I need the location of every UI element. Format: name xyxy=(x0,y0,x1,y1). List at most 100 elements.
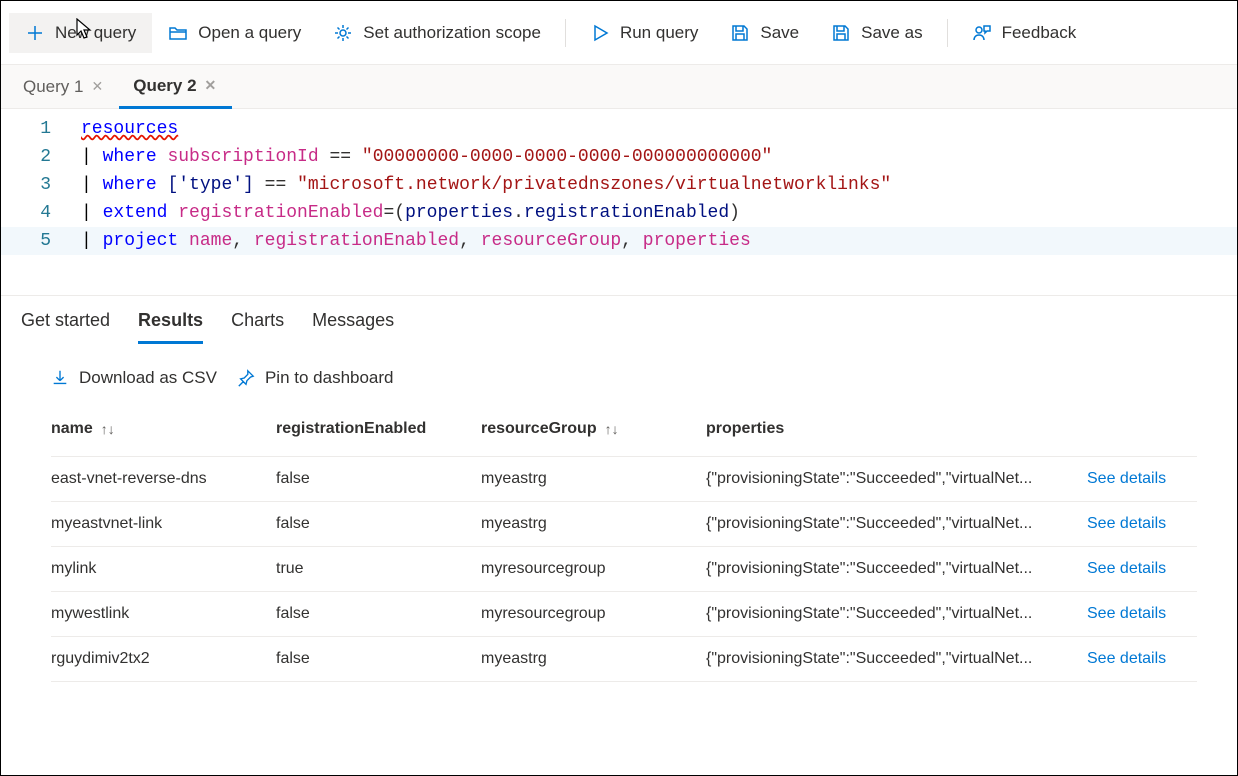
tab-label: Query 2 xyxy=(133,76,196,96)
close-icon[interactable]: ✕ xyxy=(89,78,105,95)
cell-resourceGroup: myresourcegroup xyxy=(481,560,706,578)
results-tab[interactable]: Messages xyxy=(312,310,394,344)
cell-name: myeastvnet-link xyxy=(51,515,276,533)
cell-registrationEnabled: false xyxy=(276,650,481,668)
save-as-button[interactable]: Save as xyxy=(815,13,938,53)
table-row[interactable]: rguydimiv2tx2falsemyeastrg{"provisioning… xyxy=(51,637,1197,682)
line-number: 1 xyxy=(1,115,81,143)
download-icon xyxy=(51,369,69,387)
results-tab[interactable]: Results xyxy=(138,310,203,344)
table-header-row: name ↑↓ registrationEnabled resourceGroup ↑↓… xyxy=(51,406,1197,457)
cell-properties: {"provisioningState":"Succeeded","virtua… xyxy=(706,470,1087,488)
see-details-link[interactable]: See details xyxy=(1087,515,1197,533)
cell-registrationEnabled: false xyxy=(276,470,481,488)
column-label: name xyxy=(51,420,93,438)
auth-scope-button[interactable]: Set authorization scope xyxy=(317,13,557,53)
cell-resourceGroup: myeastrg xyxy=(481,515,706,533)
column-header[interactable]: name ↑↓ xyxy=(51,420,276,438)
results-table: name ↑↓ registrationEnabled resourceGroup ↑↓… xyxy=(1,406,1237,682)
code-content: | extend registrationEnabled=(properties… xyxy=(81,199,740,227)
line-number: 5 xyxy=(1,227,81,255)
run-query-button[interactable]: Run query xyxy=(574,13,714,53)
open-query-button[interactable]: Open a query xyxy=(152,13,317,53)
code-content: | where ['type'] == "microsoft.network/p… xyxy=(81,171,891,199)
pin-dashboard-button[interactable]: Pin to dashboard xyxy=(237,368,394,388)
line-number: 2 xyxy=(1,143,81,171)
column-header[interactable]: resourceGroup ↑↓ xyxy=(481,420,706,438)
table-row[interactable]: east-vnet-reverse-dnsfalsemyeastrg{"prov… xyxy=(51,457,1197,502)
feedback-button[interactable]: Feedback xyxy=(956,13,1093,53)
download-csv-button[interactable]: Download as CSV xyxy=(51,368,217,388)
close-icon[interactable]: ✕ xyxy=(203,77,219,94)
download-csv-label: Download as CSV xyxy=(79,368,217,388)
column-header[interactable]: registrationEnabled xyxy=(276,420,481,438)
editor-line[interactable]: 4| extend registrationEnabled=(propertie… xyxy=(1,199,1237,227)
toolbar-separator xyxy=(565,19,566,47)
cell-resourceGroup: myeastrg xyxy=(481,470,706,488)
editor-line[interactable]: 5| project name, registrationEnabled, re… xyxy=(1,227,1237,255)
line-number: 3 xyxy=(1,171,81,199)
cell-registrationEnabled: false xyxy=(276,605,481,623)
pin-icon xyxy=(237,369,255,387)
feedback-label: Feedback xyxy=(1002,23,1077,43)
column-label: resourceGroup xyxy=(481,420,597,438)
query-tabs: Query 1 ✕ Query 2 ✕ xyxy=(1,65,1237,109)
query-tab[interactable]: Query 1 ✕ xyxy=(9,67,119,107)
toolbar-separator xyxy=(947,19,948,47)
cell-name: rguydimiv2tx2 xyxy=(51,650,276,668)
see-details-link[interactable]: See details xyxy=(1087,605,1197,623)
run-query-label: Run query xyxy=(620,23,698,43)
table-row[interactable]: mylinktruemyresourcegroup{"provisioningS… xyxy=(51,547,1197,592)
table-row[interactable]: mywestlinkfalsemyresourcegroup{"provisio… xyxy=(51,592,1197,637)
new-query-button[interactable]: New query xyxy=(9,13,152,53)
tab-label: Query 1 xyxy=(23,77,83,97)
sort-icon[interactable]: ↑↓ xyxy=(605,421,619,437)
main-toolbar: New query Open a query Set authorization… xyxy=(1,1,1237,65)
code-content: | where subscriptionId == "00000000-0000… xyxy=(81,143,772,171)
cell-resourceGroup: myresourcegroup xyxy=(481,605,706,623)
cell-name: east-vnet-reverse-dns xyxy=(51,470,276,488)
column-label: registrationEnabled xyxy=(276,420,426,438)
save-as-label: Save as xyxy=(861,23,922,43)
editor-line[interactable]: 3| where ['type'] == "microsoft.network/… xyxy=(1,171,1237,199)
results-actions: Download as CSV Pin to dashboard xyxy=(1,344,1237,406)
column-label: properties xyxy=(706,420,784,438)
cell-properties: {"provisioningState":"Succeeded","virtua… xyxy=(706,605,1087,623)
see-details-link[interactable]: See details xyxy=(1087,470,1197,488)
cell-registrationEnabled: false xyxy=(276,515,481,533)
gear-icon xyxy=(333,23,353,43)
auth-scope-label: Set authorization scope xyxy=(363,23,541,43)
editor-line[interactable]: 1resources xyxy=(1,115,1237,143)
column-header[interactable]: properties xyxy=(706,420,1087,438)
see-details-link[interactable]: See details xyxy=(1087,650,1197,668)
person-feedback-icon xyxy=(972,23,992,43)
editor-line[interactable]: 2| where subscriptionId == "00000000-000… xyxy=(1,143,1237,171)
table-row[interactable]: myeastvnet-linkfalsemyeastrg{"provisioni… xyxy=(51,502,1197,547)
save-label: Save xyxy=(760,23,799,43)
code-content: resources xyxy=(81,115,178,143)
save-as-icon xyxy=(831,23,851,43)
folder-open-icon xyxy=(168,23,188,43)
new-query-label: New query xyxy=(55,23,136,43)
open-query-label: Open a query xyxy=(198,23,301,43)
code-content: | project name, registrationEnabled, res… xyxy=(81,227,751,255)
cell-properties: {"provisioningState":"Succeeded","virtua… xyxy=(706,650,1087,668)
save-icon xyxy=(730,23,750,43)
query-tab[interactable]: Query 2 ✕ xyxy=(119,66,232,109)
cell-resourceGroup: myeastrg xyxy=(481,650,706,668)
cell-properties: {"provisioningState":"Succeeded","virtua… xyxy=(706,560,1087,578)
sort-icon[interactable]: ↑↓ xyxy=(101,421,115,437)
results-tab[interactable]: Charts xyxy=(231,310,284,344)
cell-name: mylink xyxy=(51,560,276,578)
results-tabs: Get started Results Charts Messages xyxy=(1,295,1237,344)
play-icon xyxy=(590,23,610,43)
pin-dashboard-label: Pin to dashboard xyxy=(265,368,394,388)
save-button[interactable]: Save xyxy=(714,13,815,53)
code-editor[interactable]: 1resources2| where subscriptionId == "00… xyxy=(1,109,1237,295)
results-tab[interactable]: Get started xyxy=(21,310,110,344)
line-number: 4 xyxy=(1,199,81,227)
cell-registrationEnabled: true xyxy=(276,560,481,578)
plus-icon xyxy=(25,23,45,43)
see-details-link[interactable]: See details xyxy=(1087,560,1197,578)
cell-name: mywestlink xyxy=(51,605,276,623)
